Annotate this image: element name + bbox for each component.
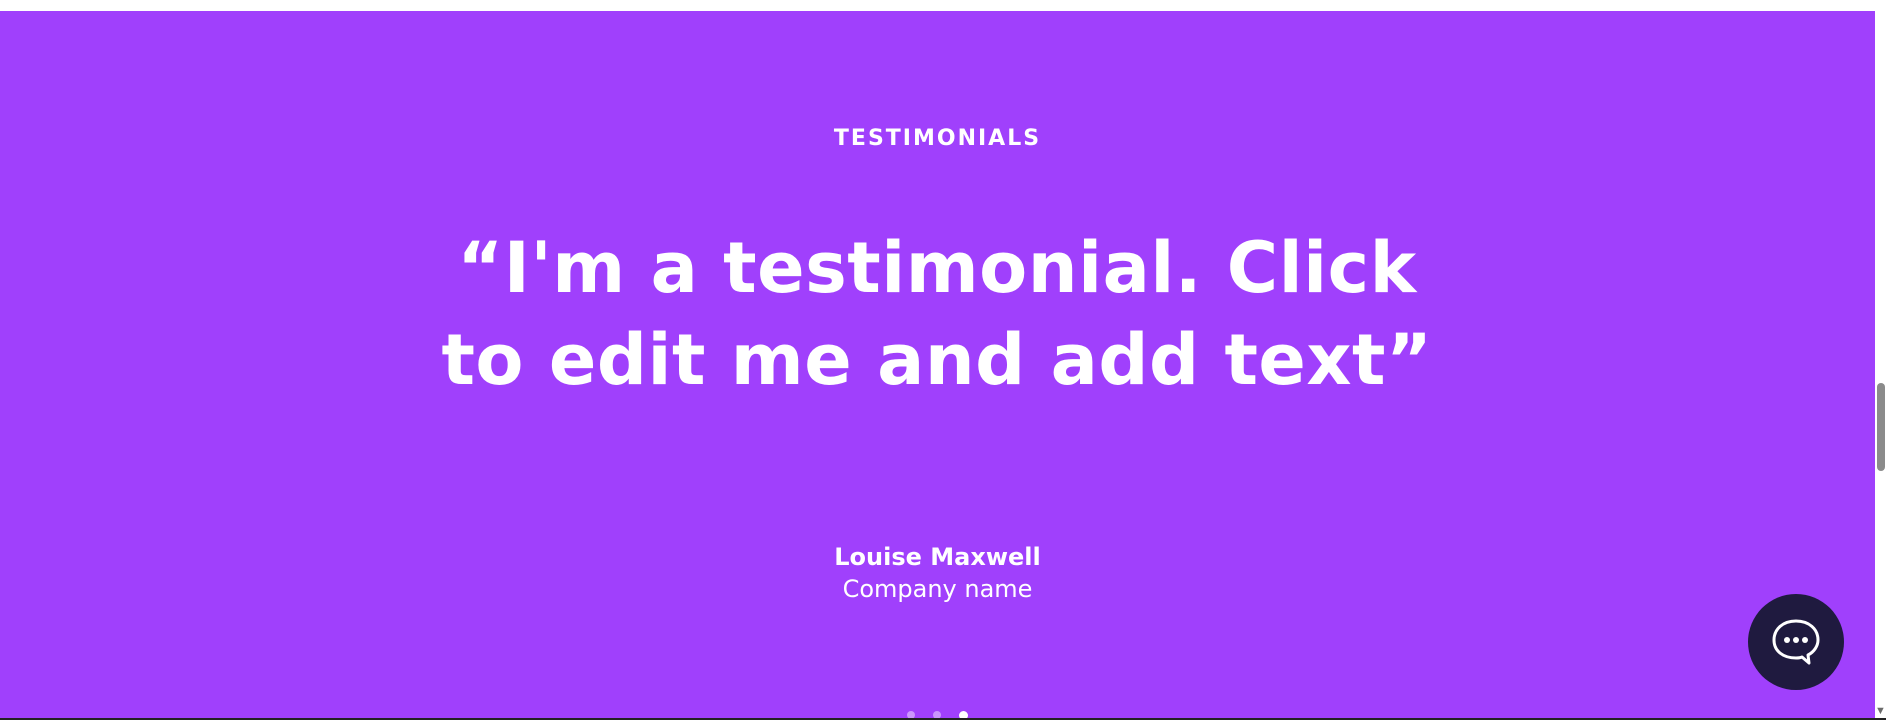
testimonials-section: TESTIMONIALS “I'm a testimonial. Click t… [0, 11, 1875, 720]
chat-bubble-icon [1769, 617, 1823, 667]
testimonial-quote: “I'm a testimonial. Click to edit me and… [441, 227, 1433, 401]
chat-button[interactable] [1748, 594, 1844, 690]
testimonial-author: Louise Maxwell [834, 543, 1041, 571]
page: TESTIMONIALS “I'm a testimonial. Click t… [0, 0, 1886, 720]
scrollbar-track[interactable] [1875, 11, 1886, 719]
testimonial-company: Company name [842, 575, 1033, 603]
scrollbar-thumb[interactable] [1877, 383, 1885, 471]
scroll-down-arrow-icon[interactable]: ▼ [1875, 704, 1886, 718]
section-eyebrow: TESTIMONIALS [833, 126, 1042, 151]
